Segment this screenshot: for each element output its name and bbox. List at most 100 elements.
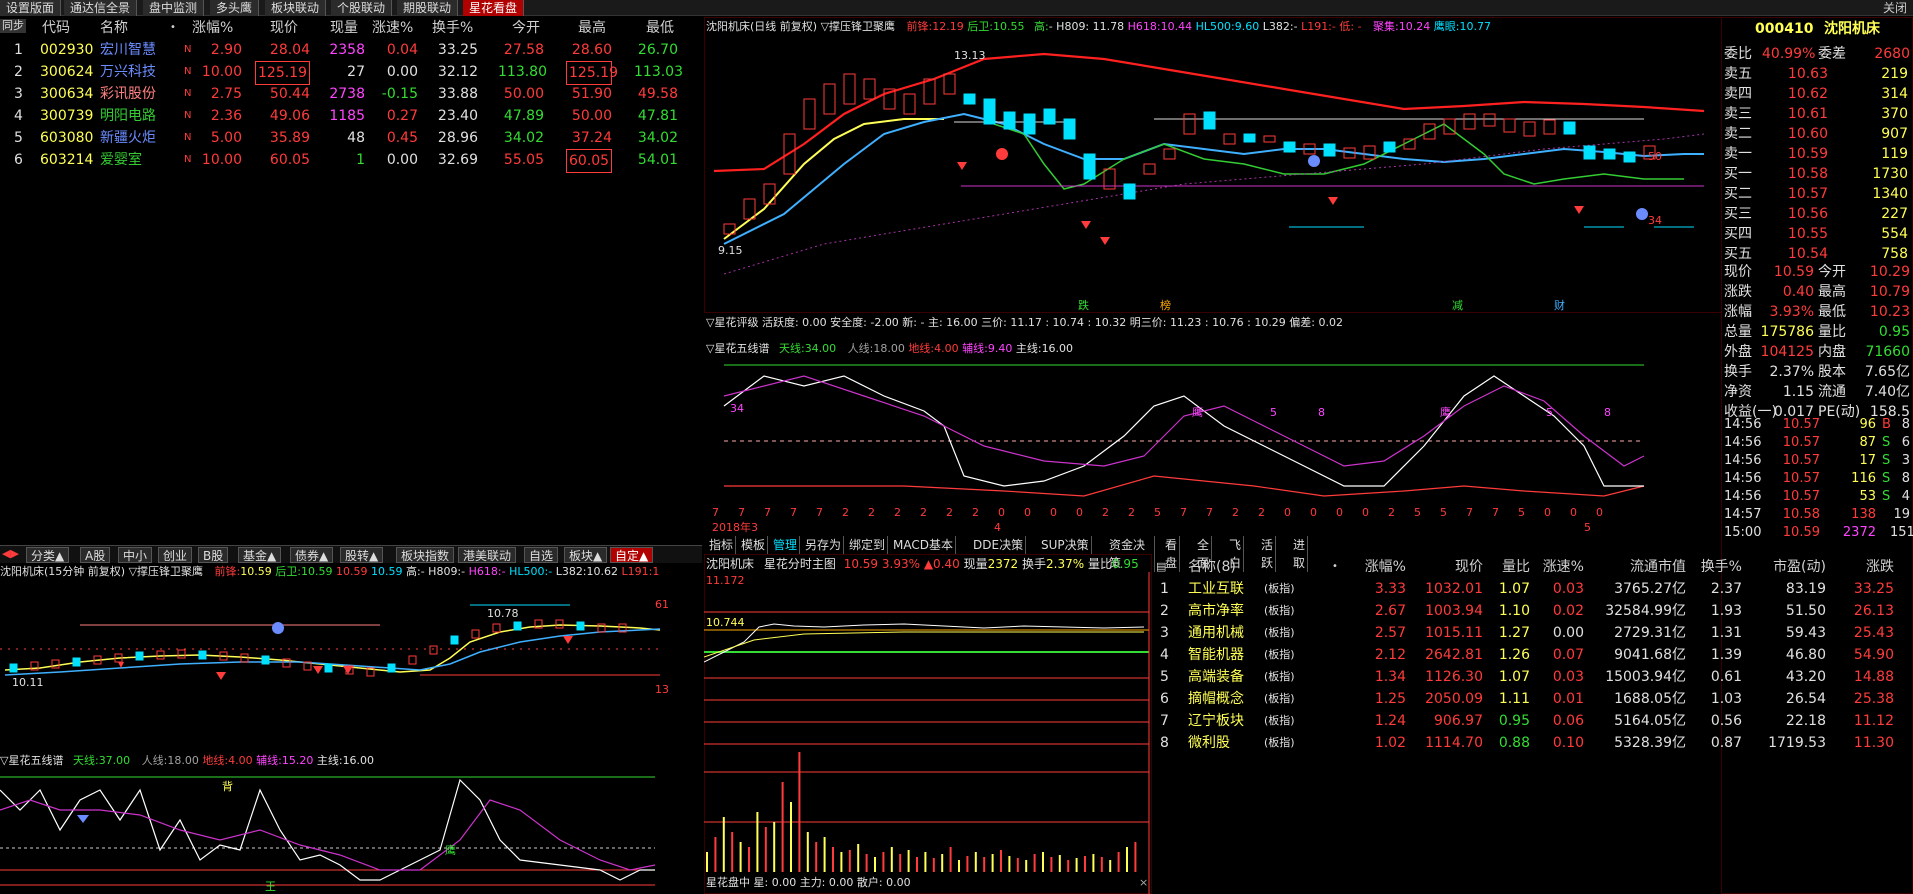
close-button[interactable]: 关闭: [1883, 0, 1907, 16]
stat-l2: 股本: [1818, 364, 1846, 380]
tab-intraday-monitor[interactable]: 盘中监测: [143, 0, 205, 16]
indicator-tab-0[interactable]: 指标: [707, 536, 737, 554]
asks-vol: 219: [1881, 66, 1908, 82]
col-price[interactable]: 现价: [270, 17, 298, 39]
category-tab-5[interactable]: 基金▲: [238, 547, 282, 563]
osc-digit: 7: [764, 506, 771, 519]
bids-row[interactable]: 买四 10.55 554: [1722, 224, 1913, 244]
table-row[interactable]: 4 300739 明阳电路 N 2.36 49.06 1185 0.27 23.40 47.89 5…: [0, 105, 702, 127]
category-tab-7[interactable]: 股转▲: [340, 547, 384, 563]
col-chg[interactable]: 涨幅%: [192, 17, 233, 39]
category-tab-1[interactable]: A股: [80, 547, 111, 563]
volume-bar: [764, 827, 767, 872]
indicator-tab-2[interactable]: 管理: [771, 536, 801, 554]
category-tab-8[interactable]: 板块指数: [396, 547, 455, 563]
asks-price: 10.63: [1787, 66, 1828, 82]
stock-high: 28.60: [571, 42, 612, 58]
col-turn[interactable]: 换手%: [432, 17, 473, 39]
main-oscillator[interactable]: 34 鹰 5 8 鹰 5 8 7 7 7 7 7 2 2 2 2 2 2 0 0 0 0 2 2 5 7 7 2 2 0 0 0…: [704, 356, 1722, 534]
tab-bull-eagle[interactable]: 多头鹰: [210, 0, 260, 16]
bids-row[interactable]: 买五 10.54 758: [1722, 244, 1913, 264]
category-tab-3[interactable]: 创业: [158, 547, 193, 563]
asks-row[interactable]: 卖三 10.61 370: [1722, 104, 1913, 124]
asks-row[interactable]: 卖一 10.59 119: [1722, 144, 1913, 164]
tab-sector-link[interactable]: 板块联动: [265, 0, 327, 16]
indicator-tab-5[interactable]: MACD基本: [891, 536, 956, 554]
category-tab-4[interactable]: B股: [198, 547, 229, 563]
table-row[interactable]: 3 300634 彩讯股份 N 2.75 50.44 2738 -0.15 33.88 50.00…: [0, 83, 702, 105]
tab-layout-settings[interactable]: 设置版面: [0, 0, 62, 16]
sector-row[interactable]: 2 高市净率 (板指) 2.67 1003.94 1.10 0.02 32584.99亿 1.9…: [1156, 600, 1913, 622]
tick-row: 14:56 10.57 116 S 8: [1722, 470, 1913, 488]
table-row[interactable]: 1 002930 宏川智慧 N 2.90 28.04 2358 0.04 33.25 27.58 2…: [0, 39, 702, 61]
asks-price: 10.59: [1787, 146, 1828, 162]
category-tab-12[interactable]: 自定▲: [610, 547, 654, 563]
col-open[interactable]: 今开: [512, 17, 540, 39]
sector-chg: 2.12: [1374, 647, 1406, 663]
main-kline-chart[interactable]: 13.13 9.15 50 34 跌 榜 减 财: [704, 34, 1722, 312]
indicator-tab-6[interactable]: DDE决策: [971, 536, 1027, 554]
osc-digit: 0: [1076, 506, 1083, 519]
asks-row[interactable]: 卖二 10.60 907: [1722, 124, 1913, 144]
menu-icon[interactable]: ▤: [1156, 556, 1166, 578]
sector-row[interactable]: 4 智能机器 (板指) 2.12 2642.81 1.26 0.07 9041.68亿 1.39…: [1156, 644, 1913, 666]
sector-row[interactable]: 6 摘帽概念 (板指) 1.25 2050.09 1.11 0.01 1688.05亿 1.03…: [1156, 688, 1913, 710]
col-vol[interactable]: 现量: [330, 17, 358, 39]
category-tab-0[interactable]: 分类▲: [26, 547, 70, 563]
col-low[interactable]: 最低: [646, 17, 674, 39]
candle: [903, 93, 916, 115]
category-tab-2[interactable]: 中小: [118, 547, 153, 563]
tab-panorama[interactable]: 通达信全景: [64, 0, 138, 16]
candle: [1083, 153, 1096, 180]
sector-speed: 0.02: [1552, 603, 1584, 619]
tab-futures-link[interactable]: 期股联动: [397, 0, 459, 16]
table-row[interactable]: 2 300624 万兴科技 N 10.00 125.19 27 0.00 32.12 113.80…: [0, 61, 702, 85]
osc-digit: 7: [790, 506, 797, 519]
sector-pe: 83.19: [1785, 581, 1826, 597]
tab-stock-link[interactable]: 个股联动: [331, 0, 393, 16]
close-x-icon[interactable]: ×: [1139, 876, 1148, 889]
sector-row[interactable]: 1 工业互联 (板指) 3.33 1032.01 1.07 0.03 3765.27亿 2.37…: [1156, 578, 1913, 600]
stock-chg: 2.90: [210, 42, 242, 58]
volume-bar: [991, 854, 994, 872]
tick-v: 87: [1859, 435, 1876, 450]
sector-turn: 1.03: [1710, 691, 1742, 707]
asks-row[interactable]: 卖四 10.62 314: [1722, 84, 1913, 104]
category-tab-10[interactable]: 自选: [524, 547, 559, 563]
category-tab-9[interactable]: 港美联动: [458, 547, 517, 563]
sector-row[interactable]: 8 微利股 (板指) 1.02 1114.70 0.88 0.10 5328.39亿 0.87 1…: [1156, 732, 1913, 754]
left-oscillator[interactable]: 背 鹰 王: [0, 770, 702, 894]
sector-row[interactable]: 7 辽宁板块 (板指) 1.24 906.97 0.95 0.06 5164.05亿 0.56 2…: [1156, 710, 1913, 732]
arrow-left-icon[interactable]: ◀▶: [2, 547, 19, 560]
table-row[interactable]: 6 603214 爱婴室 N 10.00 60.05 1 0.00 32.69 55.05 60.0…: [0, 149, 702, 173]
stock-name: 彩讯股份: [100, 86, 156, 102]
stat-row: 总量 175786 量比 0.95: [1722, 322, 1913, 342]
stock-high: 50.00: [571, 108, 612, 124]
indicator-tab-3[interactable]: 另存为: [803, 536, 845, 554]
col-name[interactable]: 名称: [100, 17, 128, 39]
volume-bar: [1008, 856, 1011, 872]
indicator-tab-1[interactable]: 模板: [739, 536, 769, 554]
col-speed[interactable]: 涨速%: [372, 17, 413, 39]
left-kline-chart[interactable]: 10.78 10.11 61 13: [0, 580, 702, 750]
asks-row[interactable]: 卖五 10.63 219: [1722, 64, 1913, 84]
asks-vol: 119: [1881, 146, 1908, 162]
category-tab-6[interactable]: 债券▲: [290, 547, 334, 563]
volume-bar: [848, 850, 851, 872]
col-high[interactable]: 最高: [578, 17, 606, 39]
tab-starflower[interactable]: 星花看盘: [463, 0, 525, 16]
category-tab-11[interactable]: 板块▲: [564, 547, 608, 563]
bids-row[interactable]: 买三 10.56 227: [1722, 204, 1913, 224]
indicator-tab-7[interactable]: SUP决策: [1039, 536, 1092, 554]
indicator-tab-4[interactable]: 绑定到: [847, 536, 889, 554]
sector-row[interactable]: 3 通用机械 (板指) 2.57 1015.11 1.27 0.00 2729.31亿 1.31…: [1156, 622, 1913, 644]
bids-row[interactable]: 买一 10.58 1730: [1722, 164, 1913, 184]
sector-tag: (板指): [1264, 604, 1295, 617]
sector-row[interactable]: 5 高端装备 (板指) 1.34 1126.30 1.07 0.03 15003.94亿 0.6…: [1156, 666, 1913, 688]
table-row[interactable]: 5 603080 新疆火炬 N 5.00 35.89 48 0.45 28.96 34.02 37.…: [0, 127, 702, 149]
col-code[interactable]: 代码: [42, 17, 70, 39]
stat-v1: 2.37%: [1769, 364, 1814, 380]
candle: [576, 621, 585, 631]
bids-row[interactable]: 买二 10.57 1340: [1722, 184, 1913, 204]
intraday-chart[interactable]: 11.172 10.744 星花盘中 星: 0.00 主力: 0.00 散户: …: [704, 572, 1152, 894]
